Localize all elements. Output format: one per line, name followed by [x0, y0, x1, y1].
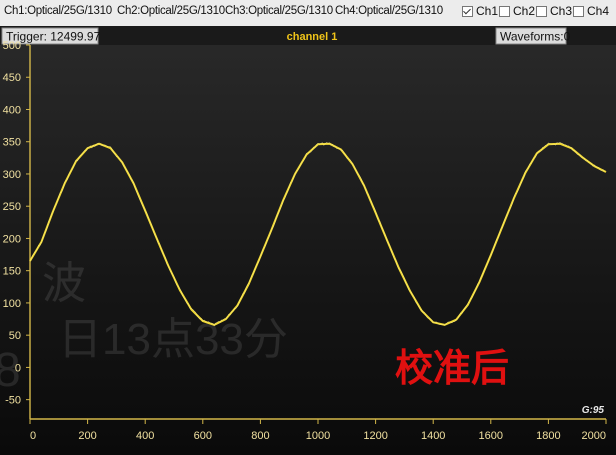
ch4-checkbox[interactable]: Ch4 — [573, 4, 609, 18]
channel-1-info: Ch1:Optical/25G/1310 — [4, 5, 112, 17]
checkbox-unchecked-icon — [573, 5, 584, 17]
y-tick-label: 450 — [3, 72, 21, 84]
checkbox-unchecked-icon — [499, 5, 510, 17]
x-tick-label: 1800 — [536, 430, 560, 442]
channel-info-bar: Ch1:Optical/25G/1310 Ch2:Optical/25G/131… — [0, 0, 616, 26]
y-tick-label: 0 — [15, 362, 21, 374]
x-tick-label: 1200 — [363, 430, 387, 442]
y-tick-label: -50 — [5, 395, 21, 407]
channel-title: channel 1 — [287, 31, 338, 43]
checkbox-checked-icon — [462, 5, 473, 17]
x-tick-label: 1600 — [479, 430, 503, 442]
x-tick-label: 2000 — [582, 430, 606, 442]
y-tick-label: 400 — [3, 104, 21, 116]
ch4-checkbox-label: Ch4 — [587, 4, 610, 18]
y-tick-label: 250 — [3, 201, 21, 213]
x-tick-label: 0 — [30, 430, 36, 442]
x-tick-label: 200 — [78, 430, 96, 442]
channel-2-info: Ch2:Optical/25G/1310 — [117, 5, 225, 17]
channel-4-info: Ch4:Optical/25G/1310 — [335, 5, 443, 17]
ch1-checkbox[interactable]: Ch1 — [462, 4, 498, 18]
ch1-checkbox-label: Ch1 — [476, 4, 499, 18]
channel-3-info: Ch3:Optical/25G/1310 — [225, 5, 333, 17]
ch2-checkbox[interactable]: Ch2 — [499, 4, 535, 18]
plot-background — [0, 26, 616, 455]
corner-label: G:95 — [582, 405, 605, 416]
y-tick-label: 350 — [3, 137, 21, 149]
ch3-checkbox[interactable]: Ch3 — [536, 4, 572, 18]
annotation-calibrated: 校准后 — [395, 348, 509, 390]
ch3-checkbox-label: Ch3 — [550, 4, 573, 18]
x-tick-label: 800 — [251, 430, 269, 442]
x-tick-label: 1000 — [306, 430, 330, 442]
y-tick-label: 100 — [3, 298, 21, 310]
x-tick-label: 400 — [136, 430, 154, 442]
oscilloscope-display[interactable]: Trigger: 12499.97 channel 1 Waveforms:0 … — [0, 26, 616, 455]
checkbox-unchecked-icon — [536, 5, 547, 17]
y-tick-label: 200 — [3, 233, 21, 245]
watermark-text-2: 日13点33分 — [58, 315, 288, 364]
y-tick-label: 300 — [3, 169, 21, 181]
ch2-checkbox-label: Ch2 — [513, 4, 536, 18]
waveforms-count: Waveforms:0 — [500, 30, 571, 44]
y-tick-label: 500 — [3, 40, 21, 52]
watermark-text-1: 波 — [42, 259, 86, 308]
y-tick-label: 150 — [3, 266, 21, 278]
x-tick-label: 1400 — [421, 430, 445, 442]
x-tick-label: 600 — [194, 430, 212, 442]
y-tick-label: 50 — [9, 330, 21, 342]
